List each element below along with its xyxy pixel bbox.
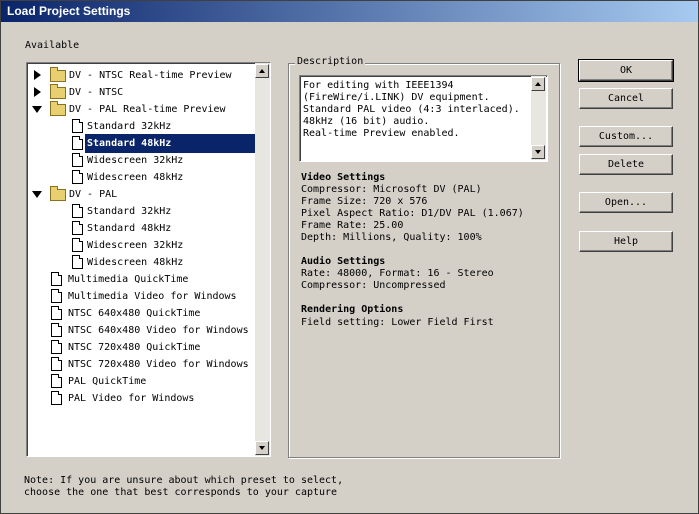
document-icon [72, 153, 83, 167]
description-textbox[interactable]: For editing with IEEE1394 (FireWire/i.LI… [299, 75, 548, 162]
document-icon [72, 119, 83, 133]
tree-preset[interactable]: Widescreen 48kHz [27, 168, 255, 185]
custom-button[interactable]: Custom... [579, 126, 673, 147]
description-scrollbar[interactable] [531, 76, 546, 160]
rendering-options-details: Field setting: Lower Field First [301, 317, 494, 328]
tree-rows: DV - NTSC Real-time Preview DV - NTSC DV -… [27, 63, 255, 456]
tree-preset[interactable]: PAL Video for Windows [27, 389, 255, 406]
ok-button[interactable]: OK [578, 59, 674, 82]
title-bar[interactable]: Load Project Settings [1, 1, 698, 22]
document-icon [72, 204, 83, 218]
audio-settings-details: Rate: 48000, Format: 16 - Stereo Compres… [301, 268, 494, 291]
desc-scroll-up-button[interactable] [531, 77, 545, 91]
folder-icon [50, 67, 66, 82]
window-title: Load Project Settings [7, 4, 131, 18]
available-label: Available [25, 40, 80, 51]
document-icon [51, 357, 62, 371]
arrow-up-icon [259, 69, 265, 73]
expand-down-icon[interactable] [32, 106, 42, 113]
document-icon [72, 238, 83, 252]
tree-preset[interactable]: Multimedia Video for Windows [27, 287, 255, 304]
video-settings-details: Compressor: Microsoft DV (PAL) Frame Siz… [301, 184, 524, 243]
tree-folder[interactable]: DV - NTSC Real-time Preview [27, 66, 255, 83]
tree-preset[interactable]: NTSC 720x480 Video for Windows [27, 355, 255, 372]
tree-preset[interactable]: NTSC 720x480 QuickTime [27, 338, 255, 355]
audio-settings-heading: Audio Settings [301, 256, 386, 267]
folder-icon [50, 101, 66, 116]
tree-folder[interactable]: DV - PAL Real-time Preview [27, 100, 255, 117]
delete-button[interactable]: Delete [579, 154, 673, 175]
tree-preset[interactable]: Widescreen 32kHz [27, 151, 255, 168]
document-icon [51, 306, 62, 320]
tree-folder[interactable]: DV - NTSC [27, 83, 255, 100]
tree-preset[interactable]: Standard 48kHz [27, 219, 255, 236]
help-button[interactable]: Help [579, 231, 673, 252]
document-icon [51, 289, 62, 303]
document-icon [72, 255, 83, 269]
arrow-down-icon [259, 446, 265, 450]
document-icon [51, 272, 62, 286]
tree-preset[interactable]: Standard 32kHz [27, 202, 255, 219]
tree-preset[interactable]: Multimedia QuickTime [27, 270, 255, 287]
cancel-button[interactable]: Cancel [579, 88, 673, 109]
description-label: Description [295, 56, 366, 67]
tree-preset[interactable]: Standard 32kHz [27, 117, 255, 134]
expand-down-icon[interactable] [32, 191, 42, 198]
note-text: Note: If you are unsure about which pres… [24, 475, 344, 498]
document-icon [51, 323, 62, 337]
description-text: For editing with IEEE1394 (FireWire/i.LI… [303, 80, 520, 139]
preset-tree[interactable]: DV - NTSC Real-time Preview DV - NTSC DV -… [26, 62, 271, 457]
tree-folder[interactable]: DV - PAL [27, 185, 255, 202]
tree-preset[interactable]: Standard 48kHz [27, 134, 255, 153]
scroll-up-button[interactable] [255, 64, 269, 78]
document-icon [72, 136, 83, 150]
scroll-down-button[interactable] [255, 441, 269, 455]
open-button[interactable]: Open... [579, 192, 673, 213]
document-icon [72, 221, 83, 235]
folder-icon [50, 84, 66, 99]
document-icon [72, 170, 83, 184]
tree-preset[interactable]: NTSC 640x480 Video for Windows [27, 321, 255, 338]
document-icon [51, 374, 62, 388]
tree-item-label: PAL Video for Windows [68, 393, 195, 404]
rendering-options-heading: Rendering Options [301, 304, 404, 315]
desc-scroll-down-button[interactable] [531, 145, 545, 159]
tree-scrollbar[interactable] [255, 63, 270, 456]
document-icon [51, 391, 62, 405]
tree-preset[interactable]: Widescreen 32kHz [27, 236, 255, 253]
video-settings-heading: Video Settings [301, 172, 386, 183]
folder-icon [50, 186, 66, 201]
expand-right-icon[interactable] [34, 70, 41, 80]
arrow-up-icon [535, 82, 541, 86]
document-icon [51, 340, 62, 354]
tree-preset[interactable]: PAL QuickTime [27, 372, 255, 389]
load-project-settings-dialog: Load Project Settings Available DV - NTS… [0, 0, 699, 514]
arrow-down-icon [535, 150, 541, 154]
tree-preset[interactable]: NTSC 640x480 QuickTime [27, 304, 255, 321]
tree-preset[interactable]: Widescreen 48kHz [27, 253, 255, 270]
expand-right-icon[interactable] [34, 87, 41, 97]
